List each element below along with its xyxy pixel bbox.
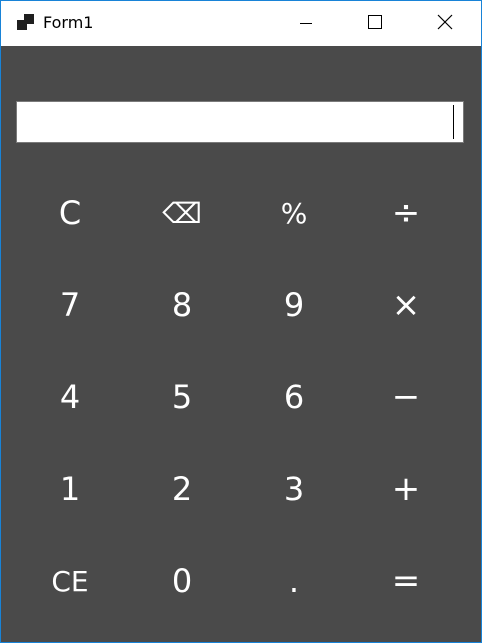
digit-0-button[interactable]: 0 bbox=[126, 535, 238, 627]
close-button[interactable] bbox=[422, 1, 468, 46]
multiply-button[interactable]: × bbox=[350, 259, 462, 351]
minimize-icon bbox=[300, 14, 312, 33]
subtract-button[interactable]: − bbox=[350, 351, 462, 443]
digit-9-button[interactable]: 9 bbox=[238, 259, 350, 351]
title-bar[interactable]: Form1 bbox=[1, 1, 481, 46]
digit-5-button[interactable]: 5 bbox=[126, 351, 238, 443]
digit-2-button[interactable]: 2 bbox=[126, 443, 238, 535]
calculator-window: Form1 C ⌫ % ÷ 7 8 9 × 4 5 6 − 1 2 3 + CE… bbox=[0, 0, 482, 643]
digit-4-button[interactable]: 4 bbox=[14, 351, 126, 443]
digit-3-button[interactable]: 3 bbox=[238, 443, 350, 535]
backspace-button[interactable]: ⌫ bbox=[126, 167, 238, 259]
clear-entry-button[interactable]: CE bbox=[14, 535, 126, 627]
window-title: Form1 bbox=[43, 13, 94, 32]
add-button[interactable]: + bbox=[350, 443, 462, 535]
digit-7-button[interactable]: 7 bbox=[14, 259, 126, 351]
maximize-icon bbox=[368, 14, 382, 33]
digit-8-button[interactable]: 8 bbox=[126, 259, 238, 351]
maximize-button[interactable] bbox=[352, 1, 398, 46]
display-input[interactable] bbox=[16, 101, 464, 143]
divide-button[interactable]: ÷ bbox=[350, 167, 462, 259]
decimal-button[interactable]: . bbox=[238, 535, 350, 627]
text-caret bbox=[453, 105, 454, 139]
minimize-button[interactable] bbox=[283, 1, 329, 46]
close-icon bbox=[437, 14, 453, 34]
app-icon bbox=[17, 14, 35, 30]
equals-button[interactable]: = bbox=[350, 535, 462, 627]
percent-button[interactable]: % bbox=[238, 167, 350, 259]
digit-6-button[interactable]: 6 bbox=[238, 351, 350, 443]
clear-button[interactable]: C bbox=[14, 167, 126, 259]
digit-1-button[interactable]: 1 bbox=[14, 443, 126, 535]
keypad: C ⌫ % ÷ 7 8 9 × 4 5 6 − 1 2 3 + CE 0 . = bbox=[14, 167, 462, 627]
